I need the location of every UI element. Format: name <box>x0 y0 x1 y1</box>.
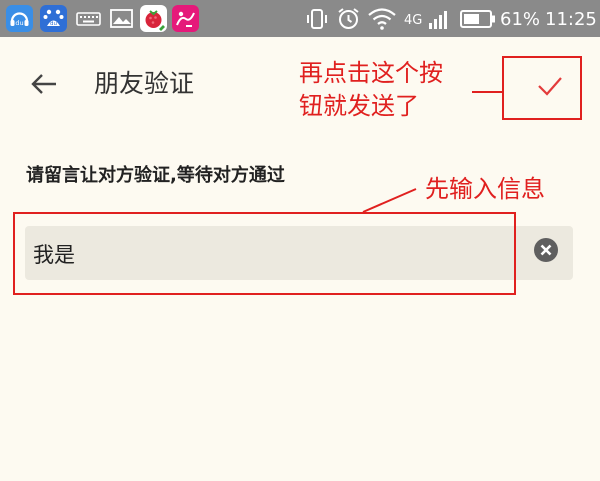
send-hint-line2: 钮就发送了 <box>299 92 419 120</box>
network-type-label: 4G <box>404 13 423 28</box>
battery-icon <box>460 10 495 28</box>
baidu-app-icon: du <box>40 5 67 32</box>
pink-app-icon <box>172 5 199 32</box>
raspberry-app-icon <box>140 5 167 32</box>
send-button-highlight <box>502 56 582 120</box>
send-hint-annotation: 再点击这个按 钮就发送了 <box>299 57 443 123</box>
clear-input-icon[interactable] <box>533 237 559 263</box>
signal-icon <box>429 11 447 29</box>
status-bar: du du 4G 61% 11:25 <box>0 0 600 37</box>
clock-time: 11:25 <box>545 9 597 30</box>
input-highlight <box>13 212 516 295</box>
svg-text:du: du <box>50 21 57 27</box>
vibrate-icon <box>307 9 327 29</box>
send-hint-line1: 再点击这个按 <box>299 59 443 87</box>
instruction-text: 请留言让对方验证,等待对方通过 <box>26 165 285 186</box>
battery-percent: 61% <box>500 9 541 30</box>
alarm-icon <box>338 8 359 29</box>
baidu-music-icon: du <box>6 5 33 32</box>
wifi-icon <box>368 8 396 30</box>
page-title: 朋友验证 <box>94 69 195 98</box>
back-arrow-icon[interactable] <box>30 72 58 96</box>
keyboard-icon <box>76 12 101 26</box>
input-hint-annotation: 先输入信息 <box>425 175 545 203</box>
svg-text:du: du <box>15 19 23 27</box>
gallery-icon <box>110 9 133 28</box>
